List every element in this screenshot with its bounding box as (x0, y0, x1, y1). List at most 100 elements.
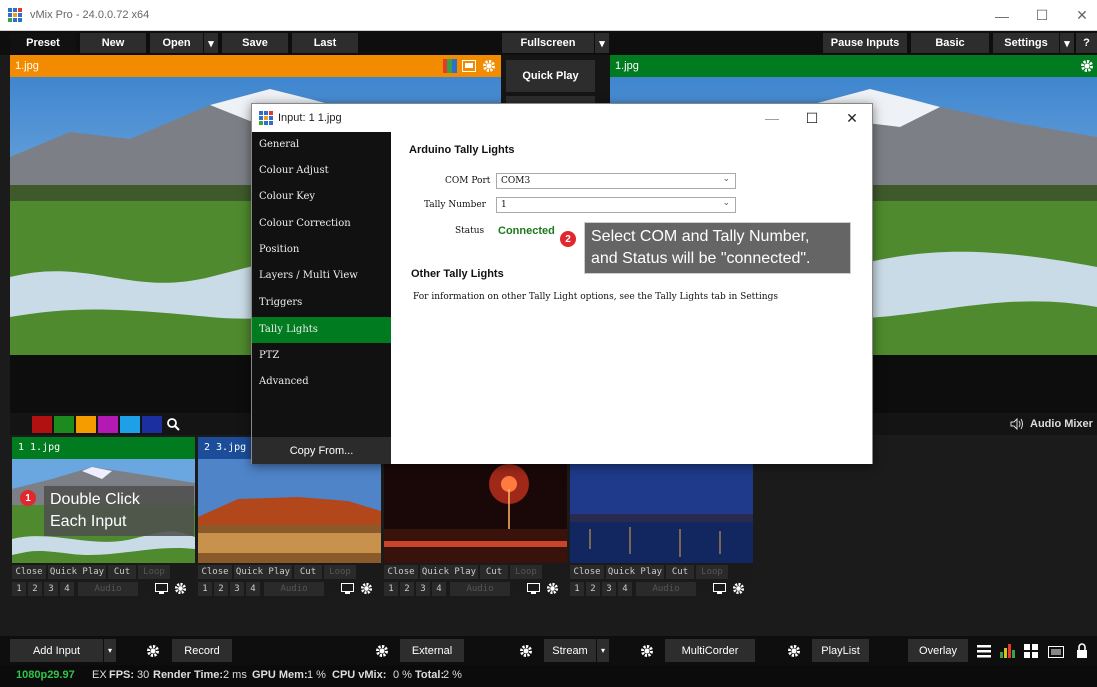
input-close-button[interactable]: Close (198, 565, 232, 579)
input-audio-button[interactable]: Audio (264, 582, 324, 596)
sidebar-item-colour-correction[interactable]: Colour Correction (252, 211, 391, 237)
overlay-1-button[interactable]: 1 (570, 582, 584, 596)
input-quick-play-button[interactable]: Quick Play (234, 565, 292, 579)
add-input-dropdown-icon[interactable]: ▾ (104, 639, 116, 662)
audio-mixer-label[interactable]: Audio Mixer (1030, 418, 1093, 430)
multiview-grid-icon[interactable] (1024, 644, 1038, 658)
sidebar-item-layers[interactable]: Layers / Multi View (252, 263, 391, 289)
input-loop-button[interactable]: Loop (696, 565, 728, 579)
close-window-button[interactable]: ✕ (1062, 0, 1097, 31)
quick-play-button[interactable]: Quick Play (506, 60, 595, 92)
sidebar-item-general[interactable]: General (252, 132, 391, 158)
overlay-3-button[interactable]: 3 (416, 582, 430, 596)
overlay-2-button[interactable]: 2 (586, 582, 600, 596)
minimize-button[interactable]: — (982, 0, 1022, 31)
monitor-icon[interactable] (527, 583, 540, 595)
last-button[interactable]: Last (292, 33, 358, 53)
pause-inputs-button[interactable]: Pause Inputs (823, 33, 907, 53)
sidebar-item-advanced[interactable]: Advanced (252, 369, 391, 395)
gear-icon[interactable] (174, 582, 187, 595)
input-audio-button[interactable]: Audio (450, 582, 510, 596)
gear-icon[interactable] (519, 644, 533, 658)
input-close-button[interactable]: Close (570, 565, 604, 579)
input-thumbnail[interactable] (198, 459, 381, 563)
tally-number-select[interactable]: 1 ⌄ (496, 197, 736, 213)
external-button[interactable]: External (400, 639, 464, 662)
gear-icon[interactable] (482, 59, 496, 73)
dialog-close-button[interactable]: ✕ (832, 104, 872, 132)
monitor-icon[interactable] (713, 583, 726, 595)
input-audio-button[interactable]: Audio (78, 582, 138, 596)
overlay-3-button[interactable]: 3 (44, 582, 58, 596)
input-quick-play-button[interactable]: Quick Play (420, 565, 478, 579)
input-loop-button[interactable]: Loop (324, 565, 356, 579)
overlay-2-button[interactable]: 2 (400, 582, 414, 596)
stream-dropdown-icon[interactable]: ▾ (597, 639, 609, 662)
help-button[interactable]: ? (1076, 33, 1097, 53)
input-quick-play-button[interactable]: Quick Play (606, 565, 664, 579)
multicorder-button[interactable]: MultiCorder (665, 639, 755, 662)
gear-icon[interactable] (787, 644, 801, 658)
input-cut-button[interactable]: Cut (294, 565, 322, 579)
settings-button[interactable]: Settings (993, 33, 1059, 53)
overlay-window-icon[interactable] (462, 60, 476, 72)
input-audio-button[interactable]: Audio (636, 582, 696, 596)
maximize-button[interactable]: ☐ (1022, 0, 1062, 31)
sidebar-item-triggers[interactable]: Triggers (252, 290, 391, 316)
sidebar-item-position[interactable]: Position (252, 237, 391, 263)
lock-icon[interactable] (1076, 643, 1088, 658)
settings-dropdown-icon[interactable]: ▾ (1060, 33, 1074, 53)
color-adjust-icon[interactable] (443, 59, 457, 73)
input-quick-play-button[interactable]: Quick Play (48, 565, 106, 579)
overlay-1-button[interactable]: 1 (12, 582, 26, 596)
color-swatch-light-blue[interactable] (120, 416, 140, 433)
gear-icon[interactable] (375, 644, 389, 658)
gear-icon[interactable] (146, 644, 160, 658)
fullscreen-dropdown-icon[interactable]: ▾ (595, 33, 609, 53)
fullscreen-button[interactable]: Fullscreen (502, 33, 594, 53)
input-loop-button[interactable]: Loop (138, 565, 170, 579)
gear-icon[interactable] (360, 582, 373, 595)
open-dropdown-icon[interactable]: ▾ (204, 33, 218, 53)
gear-icon[interactable] (732, 582, 745, 595)
record-button[interactable]: Record (172, 639, 232, 662)
input-thumbnail[interactable] (384, 459, 567, 563)
save-button[interactable]: Save (222, 33, 288, 53)
input-cut-button[interactable]: Cut (108, 565, 136, 579)
sidebar-item-colour-adjust[interactable]: Colour Adjust (252, 158, 391, 184)
sidebar-item-tally-lights[interactable]: Tally Lights (252, 317, 391, 343)
overlay-2-button[interactable]: 2 (214, 582, 228, 596)
add-input-button[interactable]: Add Input (10, 639, 103, 662)
stream-button[interactable]: Stream (544, 639, 596, 662)
overlay-4-button[interactable]: 4 (60, 582, 74, 596)
basic-button[interactable]: Basic (911, 33, 989, 53)
overlay-4-button[interactable]: 4 (246, 582, 260, 596)
overlay-3-button[interactable]: 3 (230, 582, 244, 596)
overlay-button[interactable]: Overlay (908, 639, 968, 662)
input-cut-button[interactable]: Cut (480, 565, 508, 579)
com-port-select[interactable]: COM3 ⌄ (496, 173, 736, 189)
overlay-1-button[interactable]: 1 (384, 582, 398, 596)
copy-from-button[interactable]: Copy From... (252, 437, 391, 464)
overlay-3-button[interactable]: 3 (602, 582, 616, 596)
gear-icon[interactable] (546, 582, 559, 595)
audio-levels-icon[interactable] (1000, 644, 1016, 658)
input-thumbnail[interactable] (570, 459, 753, 563)
color-swatch-orange[interactable] (76, 416, 96, 433)
open-button[interactable]: Open (150, 33, 203, 53)
gear-icon[interactable] (640, 644, 654, 658)
overlay-2-button[interactable]: 2 (28, 582, 42, 596)
overlay-4-button[interactable]: 4 (618, 582, 632, 596)
dialog-minimize-button[interactable]: — (752, 104, 792, 132)
sidebar-item-ptz[interactable]: PTZ (252, 343, 391, 369)
monitor-icon[interactable] (155, 583, 168, 595)
color-swatch-green[interactable] (54, 416, 74, 433)
preset-button[interactable]: Preset (10, 33, 76, 53)
gear-icon[interactable] (1080, 59, 1094, 73)
sidebar-item-colour-key[interactable]: Colour Key (252, 184, 391, 210)
color-swatch-purple[interactable] (98, 416, 118, 433)
overlay-1-button[interactable]: 1 (198, 582, 212, 596)
dialog-maximize-button[interactable]: ☐ (792, 104, 832, 132)
playlist-button[interactable]: PlayList (812, 639, 869, 662)
new-button[interactable]: New (80, 33, 146, 53)
